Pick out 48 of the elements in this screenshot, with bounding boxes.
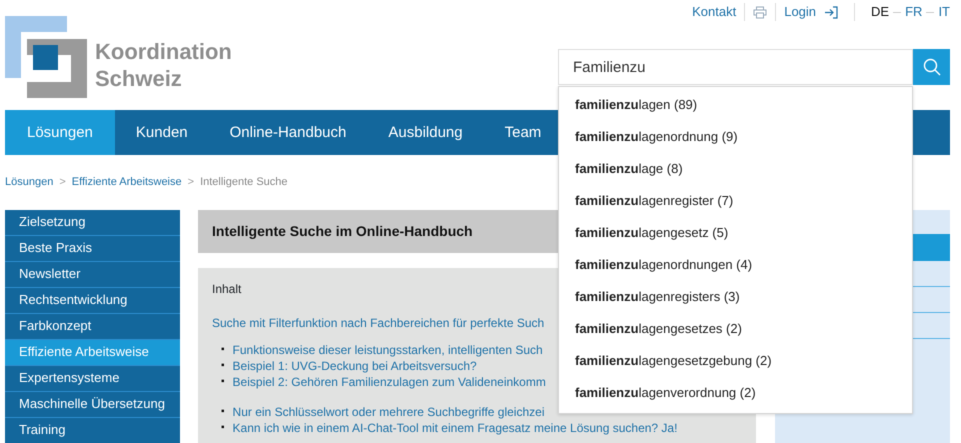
toc-link[interactable]: Beispiel 1: UVG-Deckung bei Arbeitsversuch? [232,358,477,374]
search-icon [922,58,940,76]
bullet-icon: ▪ [221,342,225,358]
sidebar-item[interactable]: Effiziente Arbeitsweise [5,340,180,366]
sidebar-item[interactable]: Training [5,418,180,443]
sidebar-item[interactable]: Beste Praxis [5,236,180,262]
language-link[interactable]: DE [871,2,890,22]
sidebar-item[interactable]: Farbkonzept [5,314,180,340]
suggestion-item[interactable]: familienzulage (8) [559,153,912,185]
suggestion-item[interactable]: familienzulagengesetzes (2) [559,313,912,345]
sidebar-item[interactable]: Expertensysteme [5,366,180,392]
login-link[interactable]: Login [784,2,838,22]
breadcrumb-separator: > [59,175,66,190]
toc-link[interactable]: Funktionsweise dieser leistungsstarken, intelligenten Such [232,342,543,358]
language-link[interactable]: IT [938,2,950,22]
search-button[interactable] [913,49,950,85]
sidebar-item[interactable]: Rechtsentwicklung [5,288,180,314]
toc-link[interactable]: Kann ich wie in einem AI-Chat-Tool mit einem Fragesatz meine Lösung suchen? Ja! [232,420,678,436]
breadcrumb-link[interactable]: Effiziente Arbeitsweise [72,174,182,191]
toc-link[interactable]: Suche mit Filterfunktion nach Fachbereichen für perfekte Such [212,316,544,330]
bullet-icon: ▪ [221,374,225,390]
breadcrumb-current: Intelligente Suche [200,175,288,190]
suggestion-item[interactable]: familienzulagenverordnung (2) [559,377,912,409]
nav-tab[interactable]: Lösungen [5,110,115,155]
breadcrumb-separator: > [188,175,194,190]
contact-link[interactable]: Kontakt [692,2,736,22]
nav-tab[interactable]: Ausbildung [367,110,484,155]
breadcrumb-link[interactable]: Lösungen [5,174,54,191]
toc-link[interactable]: Nur ein Schlüsselwort oder mehrere Suchbegriffe gleichzei [232,404,544,420]
logo-text: Schweiz [95,65,183,92]
toc-link[interactable]: Beispiel 2: Gehören Familienzulagen zum Valideneinkomm [232,374,546,390]
nav-tab[interactable]: Online-Handbuch [208,110,368,155]
sidebar-item[interactable]: Maschinelle Übersetzung [5,392,180,418]
printer-icon[interactable] [753,6,768,18]
sidebar-item[interactable]: Zielsetzung [5,210,180,236]
sidebar-item[interactable]: Newsletter [5,262,180,288]
toc-heading: Inhalt [212,282,242,296]
suggestion-item[interactable]: familienzulagengesetzgebung (2) [559,345,912,377]
bullet-icon: ▪ [221,420,225,436]
bullet-icon: ▪ [221,358,225,374]
language-link[interactable]: FR [905,2,922,22]
logo-text: Koordination [95,38,232,65]
search-field[interactable]: Familienzu [558,49,913,85]
logo-icon [5,16,87,98]
login-icon [824,6,838,18]
bullet-icon: ▪ [221,404,225,420]
suggestion-item[interactable]: familienzulagenregisters (3) [559,281,912,313]
nav-tab[interactable]: Kunden [114,110,209,155]
